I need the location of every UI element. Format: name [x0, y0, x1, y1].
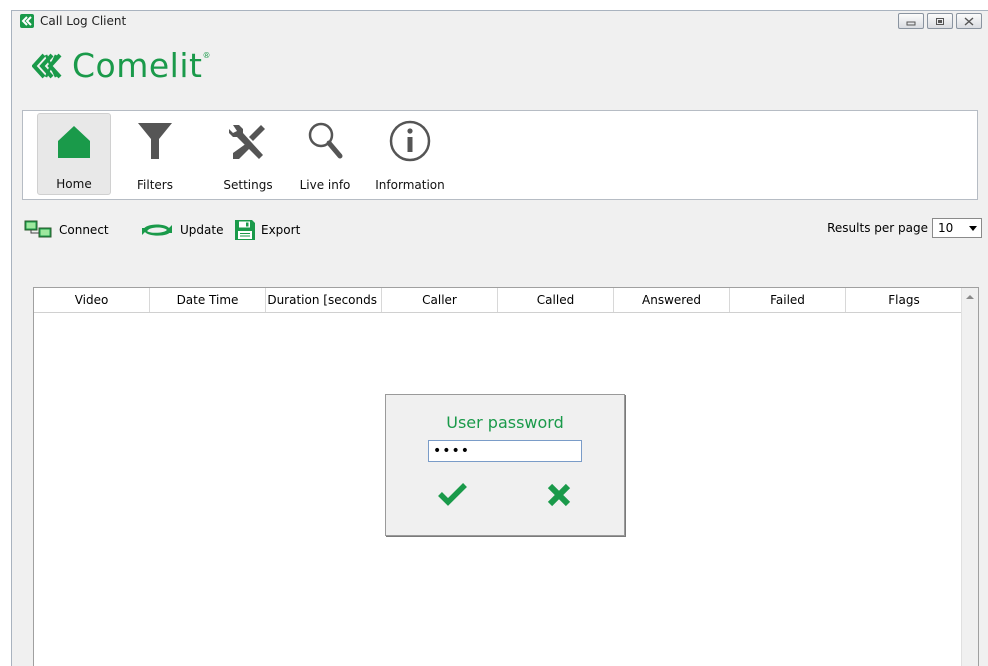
confirm-button[interactable]	[437, 481, 469, 507]
ribbon-filters-label: Filters	[137, 178, 173, 192]
table-header: Video Date Time Duration [seconds Caller…	[34, 288, 962, 313]
results-per-page: Results per page 10	[827, 218, 982, 238]
column-header-flags[interactable]: Flags	[846, 288, 962, 312]
comelit-logo: Comelit®	[32, 49, 211, 83]
update-button[interactable]: Update	[139, 217, 223, 243]
ribbon-settings-label: Settings	[223, 178, 273, 192]
ribbon-home-label: Home	[56, 177, 92, 191]
settings-icon	[229, 125, 265, 159]
ribbon-toolbar: Home Filters Settings Live info Informat…	[22, 110, 978, 200]
export-button[interactable]: Export	[234, 217, 300, 243]
export-label: Export	[261, 223, 301, 237]
ribbon-liveinfo-label: Live info	[299, 178, 351, 192]
app-window: Call Log Client Comelit® Home Filters Se…	[11, 10, 988, 666]
update-label: Update	[180, 223, 224, 237]
results-per-page-select[interactable]: 10	[932, 218, 982, 238]
search-icon	[308, 122, 343, 159]
dialog-title: User password	[446, 413, 564, 432]
column-header-failed[interactable]: Failed	[730, 288, 846, 312]
save-icon	[235, 220, 255, 240]
vertical-scrollbar[interactable]	[961, 288, 978, 666]
column-header-date-time[interactable]: Date Time	[150, 288, 266, 312]
restore-icon	[936, 18, 944, 25]
ribbon-filters-button[interactable]: Filters	[127, 113, 183, 195]
close-x-icon	[547, 483, 571, 507]
ribbon-settings-button[interactable]: Settings	[215, 113, 281, 195]
cancel-button[interactable]	[544, 481, 574, 509]
minimize-button[interactable]	[898, 13, 924, 29]
column-header-called[interactable]: Called	[498, 288, 614, 312]
home-icon	[58, 126, 90, 158]
window-title: Call Log Client	[40, 14, 127, 28]
ribbon-liveinfo-button[interactable]: Live info	[295, 113, 355, 195]
filter-icon	[138, 123, 172, 159]
connect-icon	[24, 220, 52, 238]
checkmark-icon	[438, 483, 467, 506]
refresh-icon	[142, 224, 172, 236]
ribbon-information-button[interactable]: Information	[369, 113, 451, 195]
password-dialog: User password ••••	[385, 394, 625, 536]
ribbon-home-button[interactable]: Home	[37, 113, 111, 195]
logo-wordmark: Comelit®	[72, 46, 211, 85]
results-per-page-value: 10	[938, 221, 954, 235]
info-icon	[389, 120, 431, 162]
column-header-answered[interactable]: Answered	[614, 288, 730, 312]
chevron-down-icon	[969, 226, 977, 231]
close-icon	[964, 17, 974, 26]
column-header-video[interactable]: Video	[34, 288, 150, 312]
app-logo-icon	[20, 14, 34, 28]
ribbon-information-label: Information	[375, 178, 445, 192]
connect-button[interactable]: Connect	[24, 217, 109, 243]
minimize-icon	[906, 21, 916, 26]
column-header-duration[interactable]: Duration [seconds	[266, 288, 382, 312]
scroll-up-icon[interactable]	[966, 295, 974, 299]
column-header-caller[interactable]: Caller	[382, 288, 498, 312]
restore-button[interactable]	[927, 13, 953, 29]
password-input[interactable]: ••••	[428, 440, 582, 462]
comelit-chevrons-icon	[32, 53, 62, 79]
connect-label: Connect	[59, 223, 109, 237]
results-per-page-label: Results per page	[827, 221, 928, 235]
action-toolbar: Connect Update Export Results per page 1…	[12, 217, 988, 243]
close-button[interactable]	[956, 13, 982, 29]
title-bar[interactable]: Call Log Client	[12, 11, 988, 33]
